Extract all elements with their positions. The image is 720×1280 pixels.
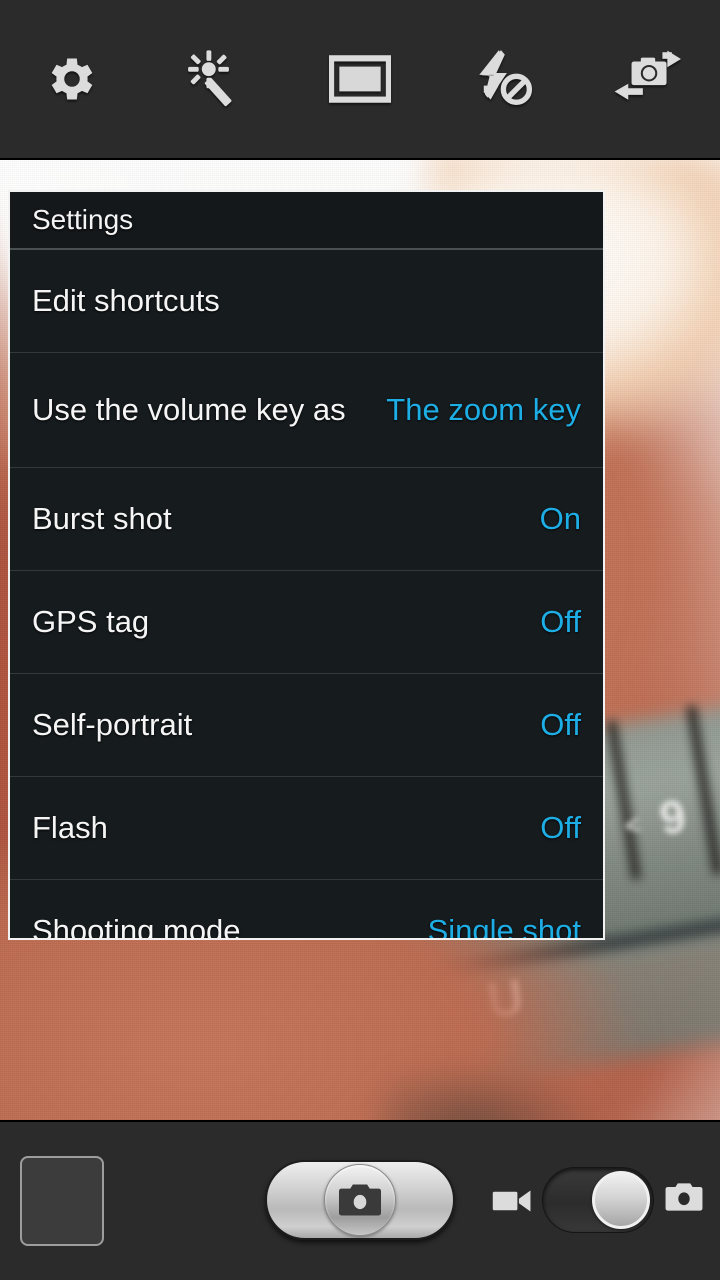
settings-item-flash[interactable]: Flash Off (10, 777, 603, 880)
setting-value: The zoom key (386, 392, 581, 427)
settings-item-shooting-mode[interactable]: Shooting mode Single shot (10, 880, 603, 940)
settings-list[interactable]: Edit shortcuts Use the volume key as The… (10, 250, 603, 940)
gear-icon (43, 50, 101, 108)
setting-value: On (539, 501, 581, 536)
setting-label: Self-portrait (32, 706, 193, 742)
settings-panel: Settings Edit shortcuts Use the volume k… (8, 190, 605, 940)
switch-camera-button[interactable] (583, 14, 713, 144)
resolution-button[interactable] (295, 14, 425, 144)
settings-item-volume-key[interactable]: Use the volume key as The zoom key (10, 353, 603, 468)
effects-button[interactable] (151, 14, 281, 144)
flash-mode-button[interactable] (439, 14, 569, 144)
flash-off-icon (471, 48, 537, 110)
setting-value: Off (540, 707, 581, 742)
setting-value: Off (540, 604, 581, 639)
setting-label: Use the volume key as (32, 391, 346, 427)
mode-toggle-knob[interactable] (592, 1171, 650, 1229)
magic-wand-icon (185, 48, 247, 110)
settings-item-burst-shot[interactable]: Burst shot On (10, 468, 603, 571)
settings-item-self-portrait[interactable]: Self-portrait Off (10, 674, 603, 777)
shutter-inner-ring (324, 1164, 396, 1236)
video-camera-icon[interactable] (492, 1187, 532, 1215)
settings-button[interactable] (7, 14, 137, 144)
shutter-button[interactable] (265, 1160, 455, 1240)
frame-icon (329, 55, 391, 103)
setting-label: Burst shot (32, 500, 172, 536)
setting-label: Flash (32, 809, 108, 845)
settings-panel-header: Settings (10, 192, 603, 250)
setting-value: Off (540, 810, 581, 845)
setting-label: Edit shortcuts (32, 282, 220, 318)
camera-icon (338, 1183, 382, 1217)
settings-item-edit-shortcuts[interactable]: Edit shortcuts (10, 250, 603, 353)
setting-label: Shooting mode (32, 912, 241, 940)
setting-value: Single shot (427, 913, 581, 940)
camera-icon[interactable] (665, 1182, 703, 1212)
gallery-thumbnail-button[interactable] (20, 1156, 104, 1246)
setting-label: GPS tag (32, 603, 150, 639)
panel-title: Settings (32, 204, 134, 235)
switch-camera-icon (613, 50, 683, 108)
settings-item-gps-tag[interactable]: GPS tag Off (10, 571, 603, 674)
top-toolbar (0, 0, 720, 160)
camera-video-mode-toggle[interactable] (542, 1167, 654, 1233)
camera-app-screen: 9 < U (0, 0, 720, 1280)
